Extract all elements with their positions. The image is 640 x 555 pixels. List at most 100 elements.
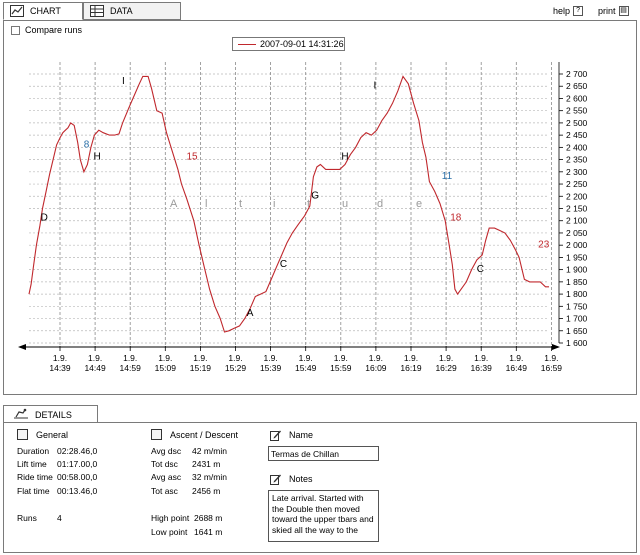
x-tick-date: 1.9. bbox=[193, 353, 207, 363]
x-axis-left-arrow bbox=[18, 344, 26, 350]
y-tick-label: 2 300 bbox=[566, 167, 588, 177]
y-tick-label: 2 400 bbox=[566, 142, 588, 152]
clock-icon bbox=[17, 429, 28, 440]
skier-icon bbox=[12, 408, 30, 422]
run-annotation: 15 bbox=[186, 152, 198, 163]
x-tick-date: 1.9. bbox=[474, 353, 488, 363]
low-point-label: Low point bbox=[151, 527, 188, 537]
x-tick-date: 1.9. bbox=[369, 353, 383, 363]
duration-value: 02:28.46,0 bbox=[57, 446, 98, 456]
y-tick-label: 2 100 bbox=[566, 216, 588, 226]
x-tick-label: 16:09 bbox=[365, 363, 387, 373]
run-annotation: D bbox=[41, 213, 48, 224]
y-tick-label: 1 700 bbox=[566, 314, 588, 324]
watermark-letter: i bbox=[273, 198, 275, 210]
run-annotation: 8 bbox=[84, 139, 90, 150]
y-tick-label: 2 350 bbox=[566, 155, 588, 165]
tab-details[interactable]: DETAILS bbox=[3, 405, 98, 423]
run-annotation: C bbox=[477, 264, 484, 275]
y-tick-label: 2 650 bbox=[566, 81, 588, 91]
x-tick-label: 15:39 bbox=[260, 363, 282, 373]
ascent-icon bbox=[151, 429, 162, 440]
y-tick-label: 2 150 bbox=[566, 204, 588, 214]
avg-dsc-label: Avg dsc bbox=[151, 446, 182, 456]
ride-time-value: 00:58.00,0 bbox=[57, 472, 98, 482]
high-point-label: High point bbox=[151, 513, 190, 523]
x-tick-date: 1.9. bbox=[334, 353, 348, 363]
lift-time-label: Lift time bbox=[17, 459, 47, 469]
y-tick-label: 2 450 bbox=[566, 130, 588, 140]
x-tick-label: 15:19 bbox=[190, 363, 212, 373]
details-tab-label: DETAILS bbox=[35, 409, 72, 420]
altitude-series-line bbox=[28, 75, 549, 333]
watermark-letter: t bbox=[239, 198, 242, 210]
name-input[interactable]: Termas de Chillan bbox=[268, 446, 379, 461]
x-tick-label: 15:49 bbox=[295, 363, 317, 373]
x-tick-label: 16:29 bbox=[435, 363, 457, 373]
runs-label: Runs bbox=[17, 513, 37, 523]
y-tick-label: 1 600 bbox=[566, 338, 588, 348]
tot-asc-value: 2456 m bbox=[192, 486, 221, 496]
run-annotation: C bbox=[280, 259, 287, 270]
x-tick-date: 1.9. bbox=[299, 353, 313, 363]
y-tick-label: 2 500 bbox=[566, 118, 588, 128]
y-tick-label: 2 000 bbox=[566, 240, 588, 250]
x-tick-date: 1.9. bbox=[228, 353, 242, 363]
name-section-header: Name bbox=[270, 429, 314, 441]
watermark-letter: u bbox=[342, 198, 348, 210]
x-tick-label: 15:09 bbox=[155, 363, 177, 373]
y-tick-label: 2 700 bbox=[566, 69, 588, 79]
y-tick-label: 1 800 bbox=[566, 289, 588, 299]
x-tick-date: 1.9. bbox=[53, 353, 67, 363]
watermark-letter: l bbox=[205, 198, 207, 210]
x-tick-date: 1.9. bbox=[544, 353, 558, 363]
y-tick-label: 2 050 bbox=[566, 228, 588, 238]
altitude-chart: 1.9.14:391.9.14:491.9.14:591.9.15:091.9.… bbox=[18, 62, 588, 373]
x-tick-label: 15:29 bbox=[225, 363, 247, 373]
watermark-letter: d bbox=[377, 198, 383, 210]
runs-value: 4 bbox=[57, 513, 62, 523]
x-tick-date: 1.9. bbox=[439, 353, 453, 363]
notes-pencil-icon bbox=[270, 473, 281, 485]
flat-time-label: Flat time bbox=[17, 486, 50, 496]
avg-dsc-value: 42 m/min bbox=[192, 446, 227, 456]
run-annotation: G bbox=[311, 191, 319, 202]
run-annotation: H bbox=[341, 152, 348, 163]
notes-title: Notes bbox=[289, 473, 313, 484]
run-annotation: I bbox=[374, 81, 377, 92]
x-tick-date: 1.9. bbox=[404, 353, 418, 363]
ascent-title: Ascent / Descent bbox=[170, 429, 239, 440]
high-point-value: 2688 m bbox=[194, 513, 223, 523]
x-tick-date: 1.9. bbox=[264, 353, 278, 363]
x-tick-date: 1.9. bbox=[509, 353, 523, 363]
x-tick-label: 14:59 bbox=[120, 363, 142, 373]
y-tick-label: 2 550 bbox=[566, 106, 588, 116]
lift-time-value: 01:17.00,0 bbox=[57, 459, 98, 469]
duration-label: Duration bbox=[17, 446, 50, 456]
y-tick-label: 1 950 bbox=[566, 252, 588, 262]
name-title: Name bbox=[289, 429, 314, 440]
x-tick-label: 14:39 bbox=[49, 363, 71, 373]
run-annotation: H bbox=[93, 152, 100, 163]
x-tick-label: 16:49 bbox=[506, 363, 528, 373]
watermark-letter: e bbox=[416, 198, 422, 210]
flat-time-value: 00:13.46,0 bbox=[57, 486, 98, 496]
avg-asc-label: Avg asc bbox=[151, 472, 182, 482]
y-tick-label: 1 850 bbox=[566, 277, 588, 287]
general-title: General bbox=[36, 429, 69, 440]
y-tick-label: 1 900 bbox=[566, 265, 588, 275]
tot-dsc-label: Tot dsc bbox=[151, 459, 178, 469]
watermark-letter: A bbox=[170, 198, 178, 210]
y-tick-label: 1 750 bbox=[566, 301, 588, 311]
run-annotation: I bbox=[122, 76, 125, 87]
x-tick-date: 1.9. bbox=[158, 353, 172, 363]
pencil-icon bbox=[270, 429, 281, 441]
notes-textarea[interactable]: Late arrival. Started with the Double th… bbox=[268, 490, 379, 542]
run-annotation: A bbox=[247, 308, 254, 319]
x-tick-label: 15:59 bbox=[330, 363, 352, 373]
low-point-value: 1641 m bbox=[194, 527, 223, 537]
x-tick-label: 16:39 bbox=[471, 363, 493, 373]
tot-dsc-value: 2431 m bbox=[192, 459, 221, 469]
tot-asc-label: Tot asc bbox=[151, 486, 178, 496]
notes-section-header: Notes bbox=[270, 473, 313, 485]
